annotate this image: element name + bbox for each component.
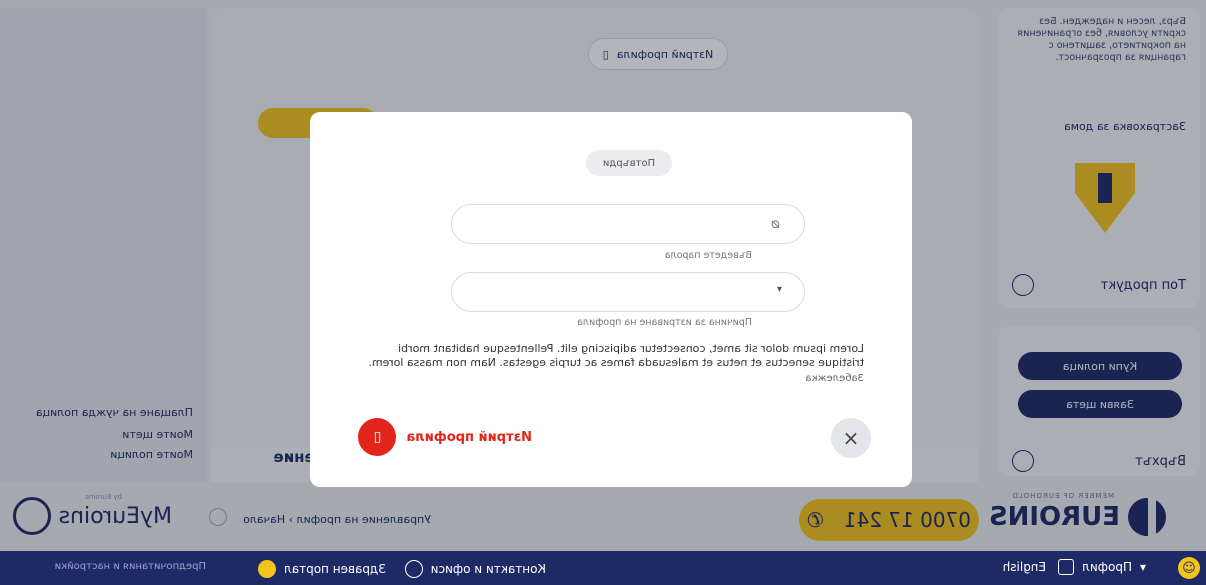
offices-link[interactable]: Контакти и офиси xyxy=(404,560,546,578)
chevron-icon: ▾ xyxy=(776,284,782,295)
modal-body-label: Забележка xyxy=(805,373,864,384)
health-icon xyxy=(258,560,277,578)
password-field[interactable]: ⌀ xyxy=(451,204,805,244)
health-portal-link[interactable]: Здравен портал xyxy=(258,560,386,578)
profile-label: Профил xyxy=(1082,560,1132,574)
health-label: Здравен портал xyxy=(284,562,386,576)
reason-select[interactable]: ▾ xyxy=(451,272,805,312)
profile-menu[interactable]: ▾ Профил xyxy=(1058,559,1146,575)
eye-off-icon[interactable]: ⌀ xyxy=(771,214,780,232)
password-label: Въведете парола xyxy=(664,250,752,261)
trash-icon-red: ▯ xyxy=(358,418,397,456)
delete-profile-modal: Потвърди ⌀ Въведете парола ▾ Причина за … xyxy=(310,112,912,487)
modal-body: Lorem ipsum dolor sit amet, consectetur … xyxy=(354,342,864,386)
confirm-delete-label: Изтрий профила xyxy=(406,429,532,445)
user-icon[interactable]: ☺ xyxy=(1178,557,1200,579)
offices-label: Контакти и офиси xyxy=(430,562,546,576)
confirm-delete-button[interactable]: Изтрий профила ▯ xyxy=(358,418,532,456)
reason-label: Причина за изтриване на профила xyxy=(577,317,752,328)
top-bar: ☺ ▾ Профил English Контакти и офиси Здра… xyxy=(0,551,1206,585)
close-icon: × xyxy=(842,426,860,450)
close-button[interactable]: × xyxy=(831,418,871,458)
preferences-link[interactable]: Предпочитания и настройки xyxy=(55,561,206,572)
profile-icon xyxy=(1058,559,1075,575)
location-icon xyxy=(404,560,423,578)
chevron-down-icon: ▾ xyxy=(1139,560,1146,574)
language-switch[interactable]: English xyxy=(1003,560,1046,574)
mirrored-page: ☺ ▾ Профил English Контакти и офиси Здра… xyxy=(0,0,1206,585)
confirm-chip[interactable]: Потвърди xyxy=(586,150,672,176)
modal-body-text: Lorem ipsum dolor sit amet, consectetur … xyxy=(368,342,864,369)
